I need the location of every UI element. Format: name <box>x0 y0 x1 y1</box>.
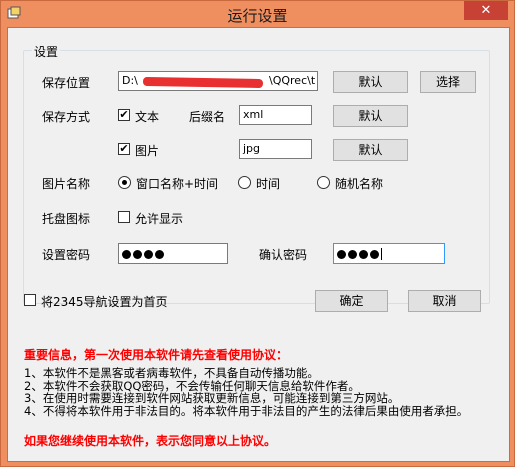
save-path-suffix: \QQrec\t <box>269 74 316 87</box>
image-ext-default-button[interactable]: 默认 <box>333 139 408 161</box>
save-path-field[interactable]: D:\ \QQrec\t <box>118 71 318 91</box>
extension-label: 后缀名 <box>189 110 226 124</box>
save-location-label: 保存位置 <box>42 76 91 90</box>
group-legend: 设置 <box>32 43 61 60</box>
radio-window-time[interactable] <box>118 176 131 189</box>
radio-random-label: 随机名称 <box>335 177 384 191</box>
close-button[interactable]: ✕ <box>464 1 508 20</box>
check-icon: ✔ <box>119 142 129 155</box>
notice-list: 1、本软件不是黑客或者病毒软件，不具备自动传播功能。 2、本软件不会获取QQ密码… <box>24 367 468 417</box>
image-checkbox-label: 图片 <box>135 144 160 158</box>
homepage-checkbox-label: 将2345导航设置为首页 <box>41 295 168 309</box>
title-bar[interactable]: 运行设置 ✕ <box>1 1 514 27</box>
text-checkbox[interactable]: ✔ <box>118 109 130 121</box>
image-name-label: 图片名称 <box>42 177 91 191</box>
image-checkbox[interactable]: ✔ <box>118 143 130 155</box>
client-area: 设置 保存位置 D:\ \QQrec\t 默认 选择 保存方式 ✔ 文本 后缀名… <box>7 27 510 462</box>
text-checkbox-label: 文本 <box>135 110 160 124</box>
redaction-mark <box>142 76 264 89</box>
radio-random[interactable] <box>317 176 330 189</box>
tray-icon-label: 托盘图标 <box>42 212 91 226</box>
password-field[interactable] <box>118 243 228 264</box>
show-tray-checkbox-label: 允许显示 <box>135 212 184 226</box>
radio-time[interactable] <box>238 176 251 189</box>
radio-time-label: 时间 <box>256 177 281 191</box>
text-extension-field[interactable]: xml <box>239 105 312 125</box>
password-label: 设置密码 <box>42 248 91 262</box>
check-icon: ✔ <box>119 108 129 121</box>
radio-window-time-label: 窗口名称+时间 <box>136 177 219 191</box>
browse-button[interactable]: 选择 <box>420 71 476 93</box>
homepage-checkbox[interactable] <box>24 294 36 306</box>
notice-heading: 重要信息，第一次使用本软件请先查看使用协议： <box>24 348 289 362</box>
notice-item: 1、本软件不是黑客或者病毒软件，不具备自动传播功能。 <box>24 366 319 380</box>
notice-item: 4、不得将本软件用于非法目的。将本软件用于非法目的产生的法律后果由使用者承担。 <box>24 403 469 418</box>
notice-item: 3、在使用时需要连接到软件网站获取更新信息，可能连接到第三方网站。 <box>24 391 400 405</box>
notice-footer: 如果您继续使用本软件，表示您同意以上协议。 <box>24 434 277 448</box>
cancel-button[interactable]: 取消 <box>408 290 481 312</box>
show-tray-checkbox[interactable] <box>118 211 130 223</box>
image-extension-field[interactable]: jpg <box>239 139 312 159</box>
window-title: 运行设置 <box>227 7 288 25</box>
settings-window: 运行设置 ✕ 设置 保存位置 D:\ \QQrec\t 默认 选择 保存方式 ✔… <box>0 0 515 467</box>
confirm-password-label: 确认密码 <box>259 248 308 262</box>
save-path-prefix: D:\ <box>122 74 138 87</box>
settings-group: 设置 保存位置 D:\ \QQrec\t 默认 选择 保存方式 ✔ 文本 后缀名… <box>23 43 490 304</box>
ok-button[interactable]: 确定 <box>315 290 388 312</box>
confirm-password-field[interactable] <box>333 243 445 264</box>
text-ext-default-button[interactable]: 默认 <box>333 105 408 127</box>
close-icon: ✕ <box>480 3 492 18</box>
save-path-default-button[interactable]: 默认 <box>333 71 408 93</box>
save-mode-label: 保存方式 <box>42 110 91 124</box>
